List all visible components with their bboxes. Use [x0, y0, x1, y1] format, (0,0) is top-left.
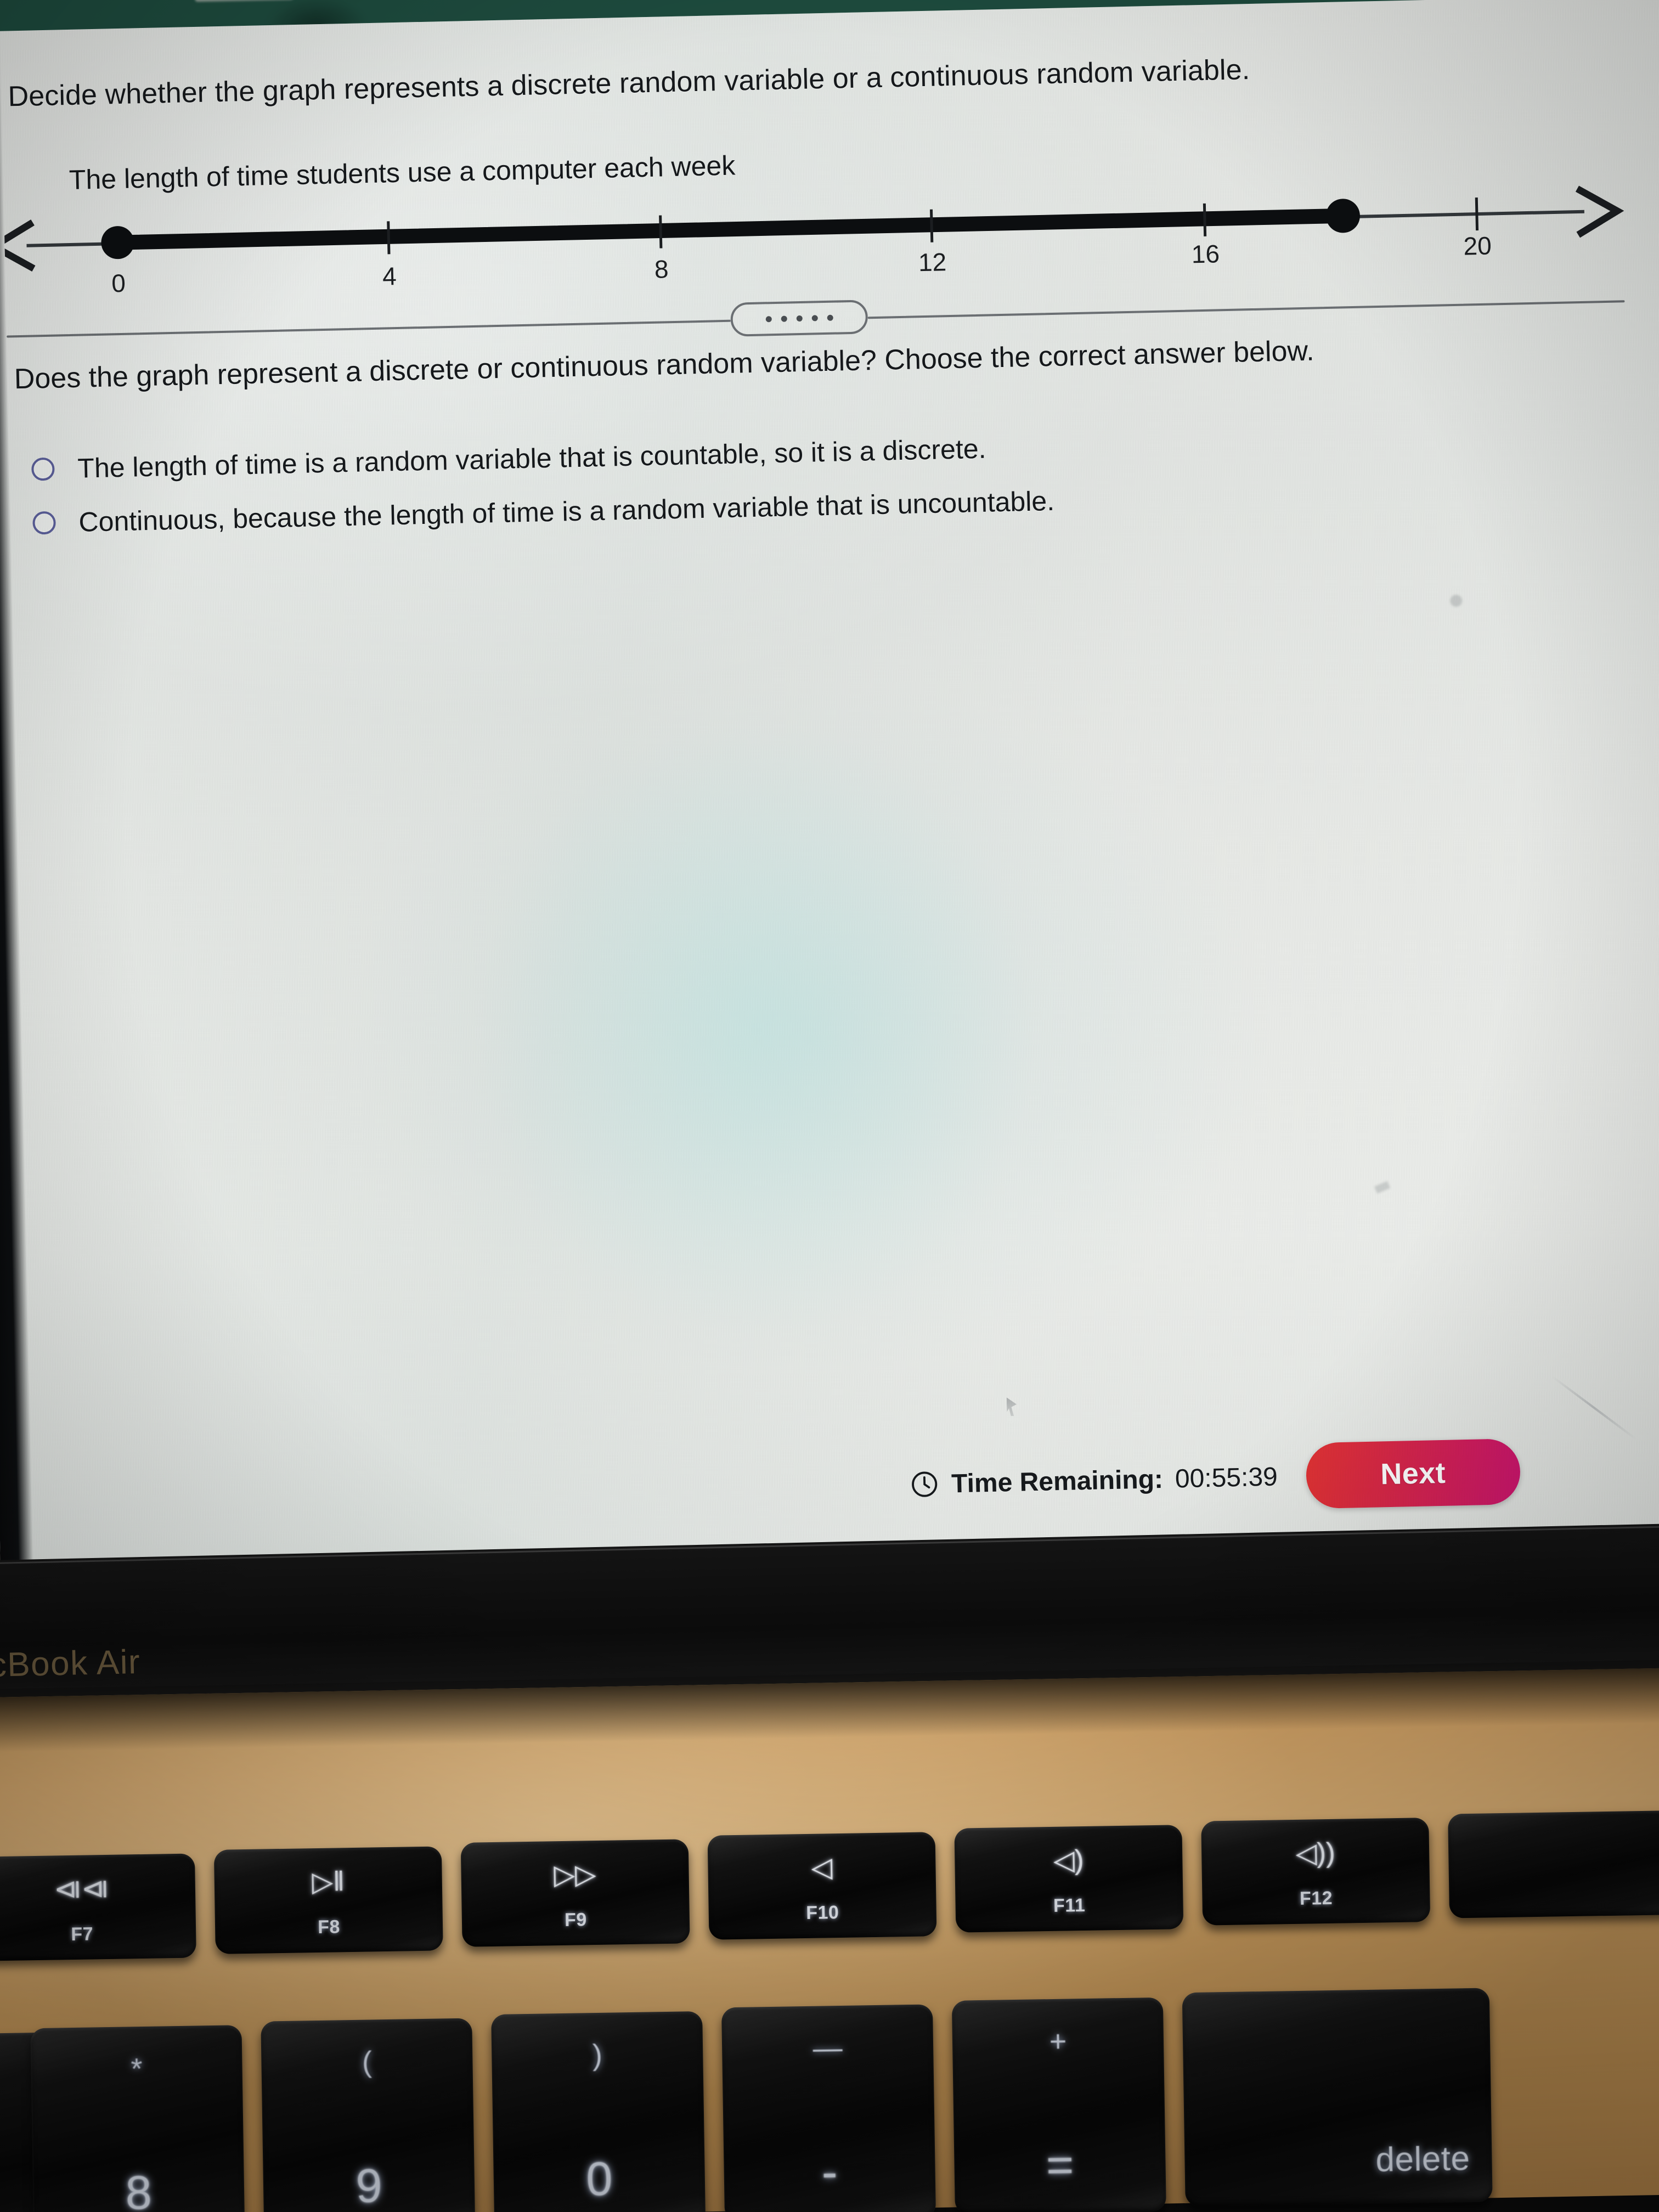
- key-equals-number: =: [1046, 2138, 1074, 2192]
- volume-down-icon: ◁): [1053, 1844, 1084, 1876]
- tick-label-4: 4: [382, 262, 397, 291]
- key-8[interactable]: * 8: [30, 2025, 245, 2212]
- key-f8[interactable]: ▷‖ F8: [213, 1846, 443, 1954]
- ellipsis-expander-button[interactable]: [730, 300, 868, 337]
- key-hyphen[interactable]: — -: [721, 2004, 936, 2212]
- question-page: Decide whether the graph represents a di…: [0, 0, 1659, 1567]
- clock-icon: [912, 1471, 938, 1497]
- answer-option-b-label: Continuous, because the length of time i…: [78, 485, 1055, 538]
- endpoint-closed-right: [1325, 199, 1360, 233]
- ellipsis-dot: [827, 314, 833, 321]
- question-prompt: Decide whether the graph represents a di…: [7, 54, 1250, 113]
- tick-label-8: 8: [654, 255, 669, 284]
- answer-option-a[interactable]: The length of time is a random variable …: [31, 422, 1458, 486]
- key-f11-label: F11: [1053, 1894, 1086, 1916]
- tick-label-16: 16: [1191, 239, 1220, 268]
- rewind-icon: ⧏⧏: [53, 1872, 109, 1905]
- ellipsis-dot: [765, 315, 772, 322]
- key-f9-label: F9: [564, 1909, 588, 1931]
- radio-button-a[interactable]: [31, 457, 55, 481]
- time-remaining-label: Time Remaining:: [951, 1464, 1164, 1498]
- key-hyphen-symbol: —: [812, 2032, 843, 2065]
- key-f11[interactable]: ◁) F11: [954, 1825, 1184, 1933]
- endpoint-closed-left: [101, 226, 134, 259]
- tick-label-0: 0: [111, 269, 126, 298]
- key-8-number: 8: [125, 2166, 153, 2212]
- tick-label-20: 20: [1463, 231, 1492, 260]
- key-delete-label: delete: [1375, 2140, 1471, 2179]
- screen-smudge: [1450, 594, 1463, 607]
- divider-line-left: [7, 319, 731, 338]
- key-blank[interactable]: [1448, 1810, 1659, 1918]
- shaded-interval: [110, 208, 1351, 250]
- key-9-symbol: (: [362, 2045, 373, 2079]
- divider-line-right: [867, 300, 1625, 319]
- key-0-symbol: ): [592, 2038, 603, 2072]
- ellipsis-dot: [796, 315, 803, 321]
- question-footer: Time Remaining: 00:55:39 Next: [909, 1421, 1659, 1531]
- key-8-symbol: *: [131, 2052, 143, 2086]
- key-9-number: 9: [355, 2159, 383, 2212]
- volume-up-icon: ◁)): [1295, 1837, 1335, 1869]
- macbook-air-brand: cBook Air: [0, 1643, 141, 1684]
- key-9[interactable]: ( 9: [261, 2018, 476, 2212]
- key-f12-label: F12: [1299, 1887, 1333, 1909]
- laptop-screen: Decide whether the graph represents a di…: [0, 0, 1659, 1568]
- screen-smudge: [1374, 1181, 1391, 1194]
- time-remaining-value: 00:55:39: [1175, 1462, 1278, 1494]
- answer-options: The length of time is a random variable …: [31, 422, 1460, 561]
- key-0[interactable]: ) 0: [491, 2011, 706, 2212]
- key-f9[interactable]: ▷▷ F9: [460, 1839, 690, 1947]
- key-f7[interactable]: ⧏⧏ F7: [0, 1853, 196, 1961]
- tick-label-12: 12: [918, 247, 946, 276]
- mouse-cursor: [1007, 1397, 1017, 1416]
- play-pause-icon: ▷‖: [312, 1866, 345, 1898]
- photo-of-laptop: Decide whether the graph represents a di…: [0, 0, 1659, 2212]
- key-equals-symbol: +: [1049, 2024, 1067, 2058]
- ellipsis-dot: [781, 315, 787, 322]
- key-f10[interactable]: ◁ F10: [707, 1832, 937, 1940]
- ellipsis-dot: [811, 314, 818, 321]
- next-button[interactable]: Next: [1305, 1438, 1521, 1509]
- key-f10-label: F10: [805, 1902, 839, 1923]
- key-delete[interactable]: delete: [1182, 1988, 1493, 2207]
- key-f7-label: F7: [71, 1923, 94, 1945]
- answer-option-a-label: The length of time is a random variable …: [77, 433, 987, 484]
- mute-icon: ◁: [811, 1852, 833, 1883]
- radio-button-b[interactable]: [32, 511, 57, 535]
- answer-option-b[interactable]: Continuous, because the length of time i…: [32, 476, 1459, 540]
- fast-forward-icon: ▷▷: [554, 1858, 597, 1891]
- key-0-number: 0: [585, 2152, 613, 2206]
- key-equals[interactable]: + =: [951, 1997, 1166, 2212]
- key-f12[interactable]: ◁)) F12: [1201, 1818, 1431, 1926]
- key-f8-label: F8: [317, 1916, 341, 1938]
- time-remaining: Time Remaining: 00:55:39: [910, 1462, 1278, 1500]
- key-hyphen-number: -: [821, 2146, 838, 2199]
